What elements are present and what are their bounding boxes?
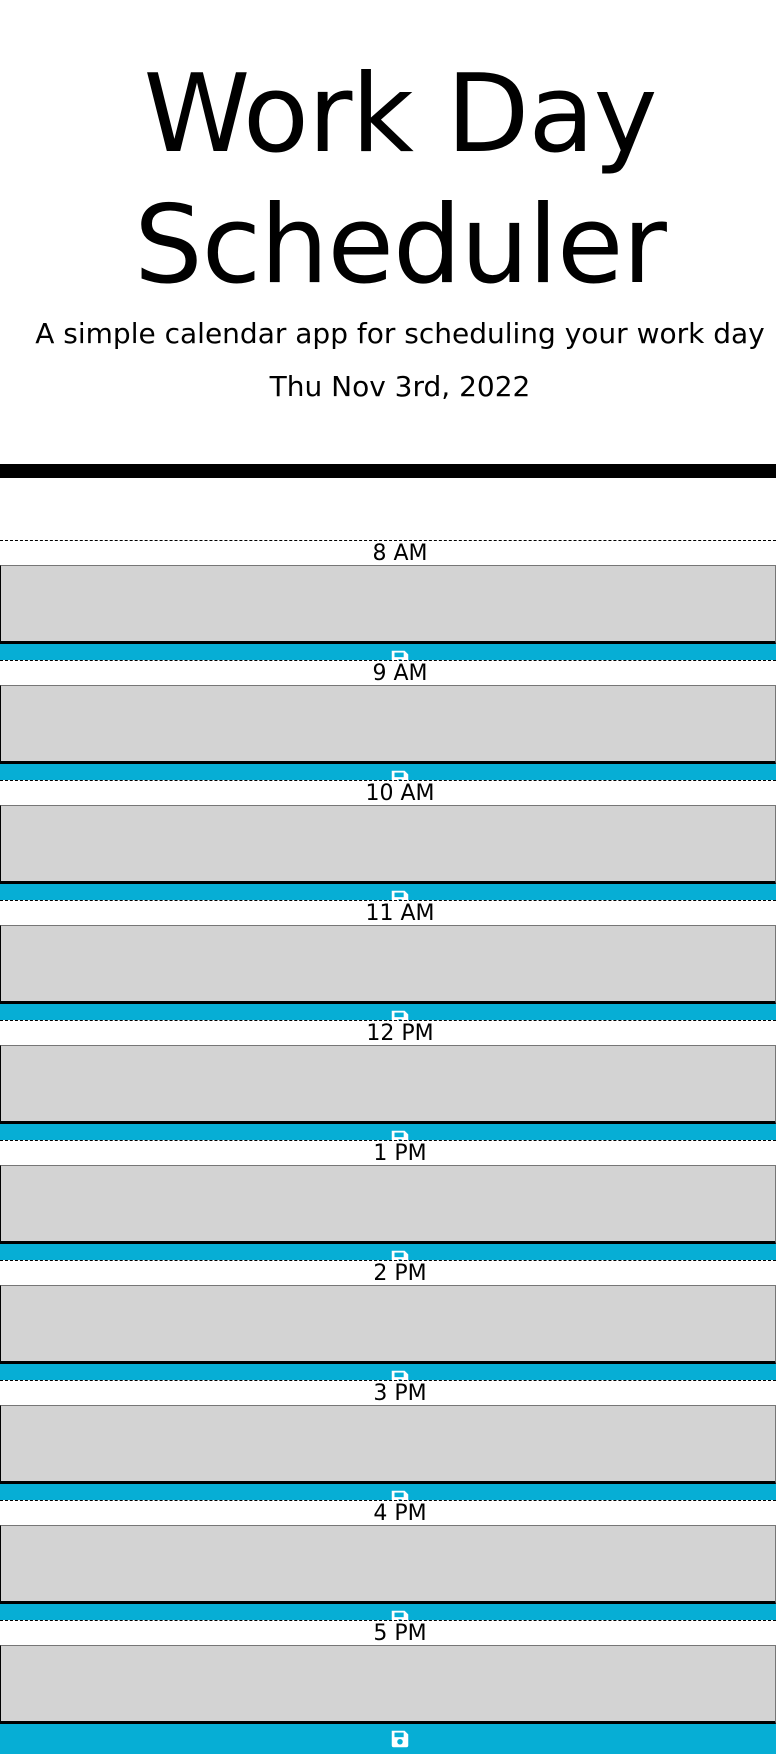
hour-label: 11 AM xyxy=(365,901,435,926)
time-block-2: 10 AM xyxy=(0,780,776,900)
floppy-disk-icon xyxy=(391,650,409,660)
time-block-1: 9 AM xyxy=(0,660,776,780)
save-button[interactable] xyxy=(0,764,776,780)
save-button[interactable] xyxy=(0,1244,776,1260)
save-button[interactable] xyxy=(0,644,776,660)
hour-label: 8 AM xyxy=(372,541,428,566)
event-description-input[interactable] xyxy=(0,685,776,764)
event-description-input[interactable] xyxy=(0,1045,776,1124)
hour-label: 4 PM xyxy=(373,1501,427,1526)
hour-label: 3 PM xyxy=(373,1381,427,1406)
save-button[interactable] xyxy=(0,1604,776,1620)
time-block-6: 2 PM xyxy=(0,1260,776,1380)
floppy-disk-icon xyxy=(391,1490,409,1500)
save-button[interactable] xyxy=(0,1004,776,1020)
hour-label: 5 PM xyxy=(373,1621,427,1646)
page-title-line-2: Scheduler xyxy=(134,183,667,308)
time-block-3: 11 AM xyxy=(0,900,776,1020)
floppy-disk-icon xyxy=(391,1370,409,1380)
time-block-0: 8 AM xyxy=(0,540,776,660)
event-description-input[interactable] xyxy=(0,925,776,1004)
save-button[interactable] xyxy=(0,1364,776,1380)
page-subtitle: A simple calendar app for scheduling you… xyxy=(35,317,765,350)
hour-label: 12 PM xyxy=(366,1021,434,1046)
event-description-input[interactable] xyxy=(0,1645,776,1724)
hour-label: 10 AM xyxy=(365,781,435,806)
time-block-7: 3 PM xyxy=(0,1380,776,1500)
event-description-input[interactable] xyxy=(0,805,776,884)
event-description-input[interactable] xyxy=(0,565,776,644)
page-title-line-1: Work Day xyxy=(143,52,657,177)
hour-label: 1 PM xyxy=(373,1141,427,1166)
hour-label: 9 AM xyxy=(372,661,428,686)
time-block-8: 4 PM xyxy=(0,1500,776,1620)
hour-label: 2 PM xyxy=(373,1261,427,1286)
floppy-disk-icon xyxy=(391,1730,409,1748)
floppy-disk-icon xyxy=(391,890,409,900)
event-description-input[interactable] xyxy=(0,1405,776,1484)
save-button[interactable] xyxy=(0,1484,776,1500)
header: Work Day Scheduler A simple calendar app… xyxy=(0,0,776,478)
current-day: Thu Nov 3rd, 2022 xyxy=(269,370,531,403)
event-description-input[interactable] xyxy=(0,1285,776,1364)
time-block-list: 8 AM 9 AM 10 AM 11 AM 12 PM 1 PM 2 PM 3 … xyxy=(0,540,776,1760)
time-block-9: 5 PM xyxy=(0,1620,776,1760)
save-button[interactable] xyxy=(0,1124,776,1140)
floppy-disk-icon xyxy=(391,1010,409,1020)
event-description-input[interactable] xyxy=(0,1525,776,1604)
time-block-4: 12 PM xyxy=(0,1020,776,1140)
event-description-input[interactable] xyxy=(0,1165,776,1244)
floppy-disk-icon xyxy=(391,1130,409,1140)
floppy-disk-icon xyxy=(391,1610,409,1620)
floppy-disk-icon xyxy=(391,770,409,780)
floppy-disk-icon xyxy=(391,1250,409,1260)
time-block-5: 1 PM xyxy=(0,1140,776,1260)
save-button[interactable] xyxy=(0,1724,776,1754)
save-button[interactable] xyxy=(0,884,776,900)
